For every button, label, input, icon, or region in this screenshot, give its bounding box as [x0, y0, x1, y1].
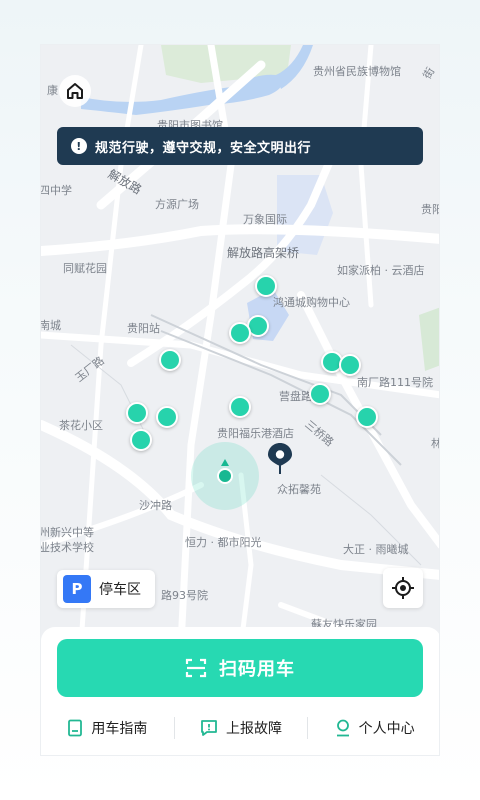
- profile-link[interactable]: 个人中心: [308, 718, 439, 738]
- map-label: 鸿通城购物中心: [273, 296, 350, 309]
- my-location-dot: [217, 468, 233, 484]
- scan-to-ride-button[interactable]: 扫码用车: [57, 639, 423, 697]
- map-label: 众拓馨苑: [277, 483, 321, 496]
- bike-marker[interactable]: [159, 349, 181, 371]
- bottom-panel: 扫码用车 用车指南 上报故障 个人中心: [41, 627, 439, 755]
- map-label: 贵州省民族博物馆: [313, 65, 401, 78]
- report-label: 上报故障: [226, 721, 282, 737]
- map-label: 贵阳福乐港酒店: [217, 427, 294, 440]
- bike-marker[interactable]: [229, 396, 251, 418]
- map-label: 州新兴中等: [41, 526, 94, 539]
- bike-marker[interactable]: [126, 402, 148, 424]
- map-label: 解放路高架桥: [227, 246, 300, 260]
- locate-button[interactable]: [383, 568, 423, 608]
- bottom-links: 用车指南 上报故障 个人中心: [41, 715, 439, 741]
- bike-marker[interactable]: [130, 429, 152, 451]
- scan-label: 扫码用车: [219, 659, 295, 680]
- map-label: 路93号院: [161, 589, 208, 602]
- map-label: 方源广场: [155, 198, 199, 211]
- home-icon: [67, 83, 83, 99]
- map-label: 南厂路111号院: [357, 376, 433, 389]
- map-label: 大正 · 雨曦城: [343, 543, 409, 556]
- parking-zone-button[interactable]: P 停车区: [57, 570, 155, 608]
- locate-icon: [392, 577, 414, 599]
- bike-marker[interactable]: [356, 406, 378, 428]
- parking-icon: P: [63, 575, 91, 603]
- parking-label: 停车区: [99, 582, 141, 598]
- exclamation-icon: !: [71, 138, 87, 154]
- map-pin-icon[interactable]: [267, 442, 293, 476]
- guide-label: 用车指南: [91, 721, 148, 737]
- map-label: 营盘路: [279, 390, 312, 403]
- scan-icon: [185, 657, 207, 679]
- report-fault-link[interactable]: 上报故障: [175, 718, 308, 738]
- map-label: 如家派柏 · 云酒店: [337, 264, 425, 277]
- map-label: 康: [47, 84, 58, 97]
- map-label: 茶花小区: [59, 419, 103, 432]
- guide-link[interactable]: 用车指南: [41, 718, 174, 738]
- map-label: 业技术学校: [41, 541, 94, 554]
- bike-marker[interactable]: [339, 354, 361, 376]
- heading-arrow-icon: [221, 459, 229, 466]
- bike-marker[interactable]: [309, 383, 331, 405]
- bike-marker[interactable]: [255, 275, 277, 297]
- map-label: 贵阳: [421, 203, 439, 216]
- guide-book-icon: [67, 719, 83, 737]
- user-icon: [335, 719, 351, 737]
- safety-notice-banner: ! 规范行驶，遵守交规，安全文明出行: [57, 127, 423, 165]
- map-label: 恒力 · 都市阳光: [185, 536, 262, 549]
- bike-marker[interactable]: [156, 406, 178, 428]
- map-label: 万象国际: [243, 213, 287, 226]
- home-button[interactable]: [59, 75, 91, 107]
- map-label: 贵阳站: [127, 322, 160, 335]
- map-label: 四中学: [41, 184, 72, 197]
- app-screen: 贵州省民族博物馆 贵阳市图书馆 四中学 解放路 方源广场 万象国际 贵阳 解放路…: [40, 44, 440, 756]
- bike-marker[interactable]: [229, 322, 251, 344]
- profile-label: 个人中心: [358, 721, 415, 737]
- notice-text: 规范行驶，遵守交规，安全文明出行: [95, 140, 312, 156]
- map-label: 南城: [41, 319, 61, 332]
- map-view[interactable]: 贵州省民族博物馆 贵阳市图书馆 四中学 解放路 方源广场 万象国际 贵阳 解放路…: [41, 45, 439, 645]
- map-label: 同赋花园: [63, 262, 107, 275]
- map-label: 沙冲路: [139, 499, 172, 512]
- map-label: 林: [431, 435, 439, 451]
- report-icon: [200, 719, 218, 737]
